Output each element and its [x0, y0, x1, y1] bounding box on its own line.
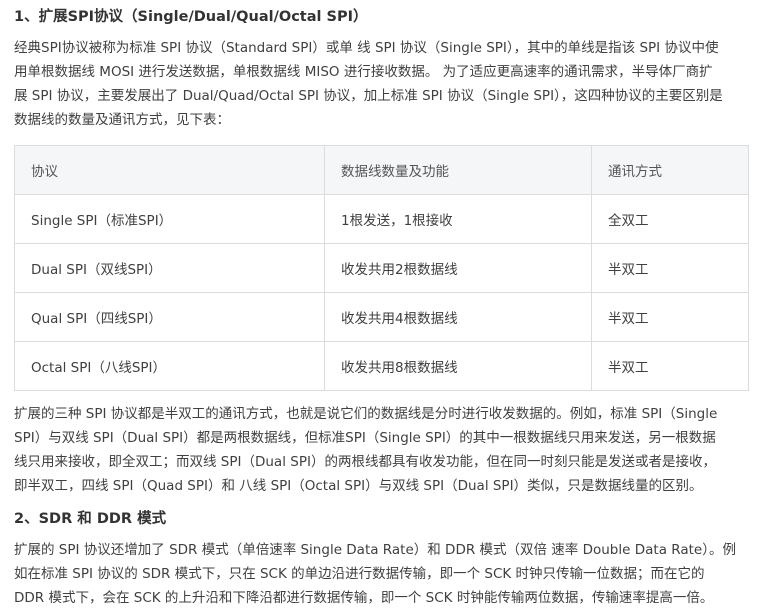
paragraph-line: 用单根数据线 MOSI 进行发送数据，单根数据线 MISO 进行接收数据。 为了…: [14, 64, 713, 80]
cell-comm-mode: 半双工: [591, 243, 749, 293]
paragraph-line: 扩展的 SPI 协议还增加了 SDR 模式（单倍速率 Single Data R…: [14, 542, 736, 558]
column-header-data-lines: 数据线数量及功能: [324, 145, 592, 195]
paragraph-line: 如在标准 SPI 协议的 SDR 模式下，只在 SCK 的单边沿进行数据传输，即…: [14, 566, 705, 582]
paragraph-line: DDR 模式下，会在 SCK 的上升沿和下降沿都进行数据传输，即一个 SCK 时…: [14, 590, 714, 606]
column-header-comm-mode: 通讯方式: [591, 145, 749, 195]
cell-comm-mode: 全双工: [591, 194, 749, 244]
paragraph-line: 数据线的数量及通讯方式，见下表：: [14, 112, 230, 128]
cell-protocol: Dual SPI（双线SPI）: [14, 243, 325, 293]
table-row: Octal SPI（八线SPI） 收发共用8根数据线 半双工: [14, 341, 749, 391]
paragraph-line: 扩展的三种 SPI 协议都是半双工的通讯方式，也就是说它们的数据线是分时进行收发…: [14, 406, 718, 422]
table-row: Single SPI（标准SPI） 1根发送，1根接收 全双工: [14, 194, 749, 244]
cell-protocol: Single SPI（标准SPI）: [14, 194, 325, 244]
cell-data-lines: 1根发送，1根接收: [324, 194, 592, 244]
cell-protocol: Qual SPI（四线SPI）: [14, 292, 325, 342]
column-header-protocol: 协议: [14, 145, 325, 195]
cell-data-lines: 收发共用4根数据线: [324, 292, 592, 342]
section-heading-extended-spi: 1、扩展SPI协议（Single/Dual/Qual/Octal SPI）: [14, 9, 368, 25]
cell-protocol: Octal SPI（八线SPI）: [14, 341, 325, 391]
section-heading-sdr-ddr: 2、SDR 和 DDR 模式: [14, 511, 167, 527]
sdr-ddr-paragraph: 扩展的 SPI 协议还增加了 SDR 模式（单倍速率 Single Data R…: [14, 538, 750, 610]
cell-data-lines: 收发共用2根数据线: [324, 243, 592, 293]
explanation-paragraph: 扩展的三种 SPI 协议都是半双工的通讯方式，也就是说它们的数据线是分时进行收发…: [14, 402, 750, 498]
paragraph-line: 即半双工，四线 SPI（Quad SPI）和 八线 SPI（Octal SPI）…: [14, 478, 703, 494]
intro-paragraph: 经典SPI协议被称为标准 SPI 协议（Standard SPI）或单 线 SP…: [14, 36, 750, 132]
table-row: Qual SPI（四线SPI） 收发共用4根数据线 半双工: [14, 292, 749, 342]
paragraph-line: 经典SPI协议被称为标准 SPI 协议（Standard SPI）或单 线 SP…: [14, 40, 719, 56]
paragraph-line: 线只用来接收，即全双工；而双线 SPI（Dual SPI）的两根线都具有收发功能…: [14, 454, 716, 470]
cell-comm-mode: 半双工: [591, 341, 749, 391]
table-row: Dual SPI（双线SPI） 收发共用2根数据线 半双工: [14, 243, 749, 293]
spi-protocol-table: 协议 数据线数量及功能 通讯方式 Single SPI（标准SPI） 1根发送，…: [14, 145, 749, 391]
cell-comm-mode: 半双工: [591, 292, 749, 342]
table-header-row: 协议 数据线数量及功能 通讯方式: [14, 145, 749, 195]
paragraph-line: SPI）与双线 SPI（Dual SPI）都是两根数据线，但标准SPI（Sing…: [14, 430, 716, 446]
paragraph-line: 展 SPI 协议，主要发展出了 Dual/Quad/Octal SPI 协议，加…: [14, 88, 723, 104]
cell-data-lines: 收发共用8根数据线: [324, 341, 592, 391]
article-page: 1、扩展SPI协议（Single/Dual/Qual/Octal SPI） 经典…: [0, 0, 764, 612]
